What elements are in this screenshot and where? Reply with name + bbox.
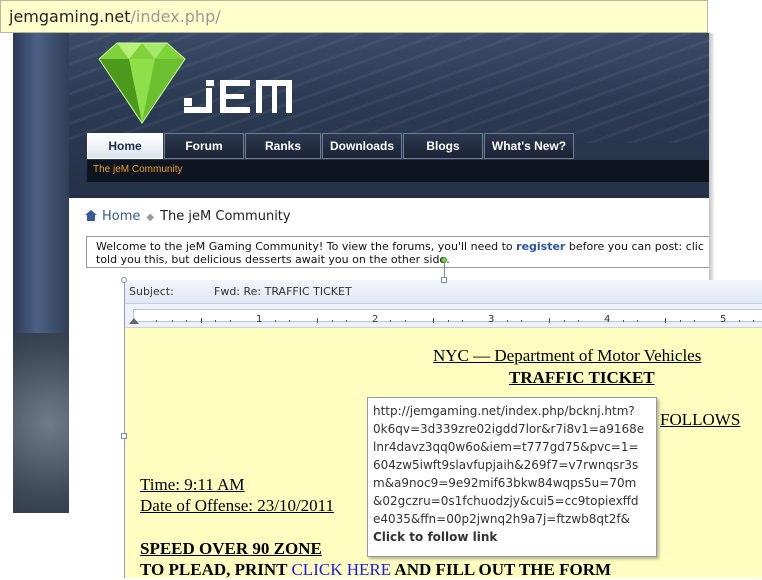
ruler-dot [637,320,638,322]
welcome-notice: Welcome to the jeM Gaming Community! To … [86,236,709,268]
resize-handle-left[interactable] [121,433,127,439]
resize-handle-top-left[interactable] [121,277,127,283]
ruler-number: 3 [488,314,495,325]
ruler-dot [215,320,216,322]
breadcrumb-home-link[interactable]: Home [102,209,140,224]
ruler-track: 1 2 3 4 5 [133,309,762,325]
plead-instructions: TO PLEAD, PRINT CLICK HERE AND FILL OUT … [140,560,611,580]
tooltip-url-line: &02gczru=0s1fchuodzjy&cui5=cc9topiexffd [373,494,639,508]
plead-suffix: AND FILL OUT THE FORM [391,560,612,579]
subject-label: Subject: [129,285,174,298]
ticket-title: TRAFFIC TICKET [509,368,655,387]
offense-time: Time: 9:11 AM [140,475,245,494]
ruler-dot [172,320,173,322]
ruler-dot [289,320,290,322]
ruler-dot [346,320,347,322]
welcome-line-2: told you this, but delicious desserts aw… [96,253,450,266]
follows-text: FOLLOWS [660,410,741,429]
subject-bar: Subject: Fwd: Re: TRAFFIC TICKET [125,280,762,304]
tooltip-url-line: 604zw5iwft9slavfupjaih&269f7=v7rwnqsr3s [373,458,639,472]
site-header: Home Forum Ranks Downloads Blogs What's … [69,33,709,198]
tab-home[interactable]: Home [87,133,163,159]
ruler-tick [549,318,550,323]
ruler-dot [623,320,624,322]
ruler-dot [275,320,276,322]
offense-date: Date of Offense: 23/10/2011 [140,496,335,515]
ruler-dot [462,320,463,322]
address-path: /index.php/ [130,7,221,26]
ruler-tick [433,318,434,323]
ruler-dot [405,320,406,322]
tab-downloads[interactable]: Downloads [322,133,402,159]
breadcrumb-current: The jeM Community [160,209,291,224]
ruler-dot [753,320,754,322]
tooltip-url-line: m&a9noc9=9e92mif63bkw84wqps5u=70m [373,476,637,490]
tooltip-url-line: lnr4davz3qq0w6o&iem=t777gd75&pvc=1= [373,440,639,454]
ruler-tick [317,318,318,323]
ruler-dot [507,320,508,322]
ruler-dot [332,320,333,322]
ruler-dot [156,320,157,322]
resize-handle-top[interactable] [441,277,447,283]
link-hover-tooltip: http://jemgaming.net/index.php/bcknj.htm… [367,397,657,557]
ruler-dot [448,320,449,322]
ruler-dot [186,320,187,322]
tab-blogs[interactable]: Blogs [403,133,483,159]
ruler-dot [521,320,522,322]
tooltip-follow-hint: Click to follow link [373,530,498,544]
ruler-dot [564,320,565,322]
home-icon[interactable] [85,210,97,221]
plead-prefix: TO PLEAD, PRINT [140,560,292,579]
diamond-logo-icon[interactable] [87,37,197,127]
tooltip-url-line: 0k6qv=3d339zre02igdd7lor&r7i8v1=a9168e [373,422,645,436]
ruler-indent-marker[interactable] [129,318,139,324]
register-link[interactable]: register [516,240,565,253]
rotate-handle-stem [444,263,445,277]
address-bar[interactable]: jemgaming.net/index.php/ [0,0,708,33]
ruler-number: 2 [372,314,379,325]
address-domain: jemgaming.net [9,7,131,26]
welcome-line-1: Welcome to the jeM Gaming Community! To … [96,240,709,253]
tab-forum[interactable]: Forum [164,133,244,159]
ruler-dot [694,320,695,322]
click-here-link[interactable]: CLICK HERE [291,560,391,579]
ruler-tick [665,318,666,323]
sub-navbar: The jeM Community [87,160,709,182]
ruler-tick [201,318,202,323]
ruler[interactable]: 1 2 3 4 5 [125,304,762,328]
ruler-dot [390,320,391,322]
main-nav: Home Forum Ranks Downloads Blogs What's … [87,133,574,159]
community-link[interactable]: The jeM Community [93,164,182,175]
breadcrumb: Home ◆ The jeM Community [85,209,291,224]
welcome-text-2: before you can post: clic [565,240,704,253]
tab-whats-new[interactable]: What's New? [484,133,574,159]
jem-logo-text-icon [184,80,292,113]
subject-field[interactable]: Fwd: Re: TRAFFIC TICKET [214,285,352,298]
ruler-dot [739,320,740,322]
welcome-text-1: Welcome to the jeM Gaming Community! To … [96,240,517,253]
tooltip-url-line: http://jemgaming.net/index.php/bcknj.htm… [373,404,635,418]
ruler-dot [578,320,579,322]
address-text: jemgaming.net/index.php/ [9,7,221,26]
violation-text: SPEED OVER 90 ZONE [140,539,322,558]
ruler-number: 1 [256,314,263,325]
ruler-number: 4 [604,314,611,325]
ruler-dot [230,320,231,322]
tooltip-url-line: e4035&ffn=00p2jwnq2h9a7j=ftzwb8qt2f& [373,512,630,526]
department-heading: NYC — Department of Motor Vehicles [433,346,702,365]
ruler-dot [680,320,681,322]
tab-ranks[interactable]: Ranks [245,133,321,159]
ruler-number: 5 [720,314,727,325]
breadcrumb-separator-icon: ◆ [146,212,155,223]
